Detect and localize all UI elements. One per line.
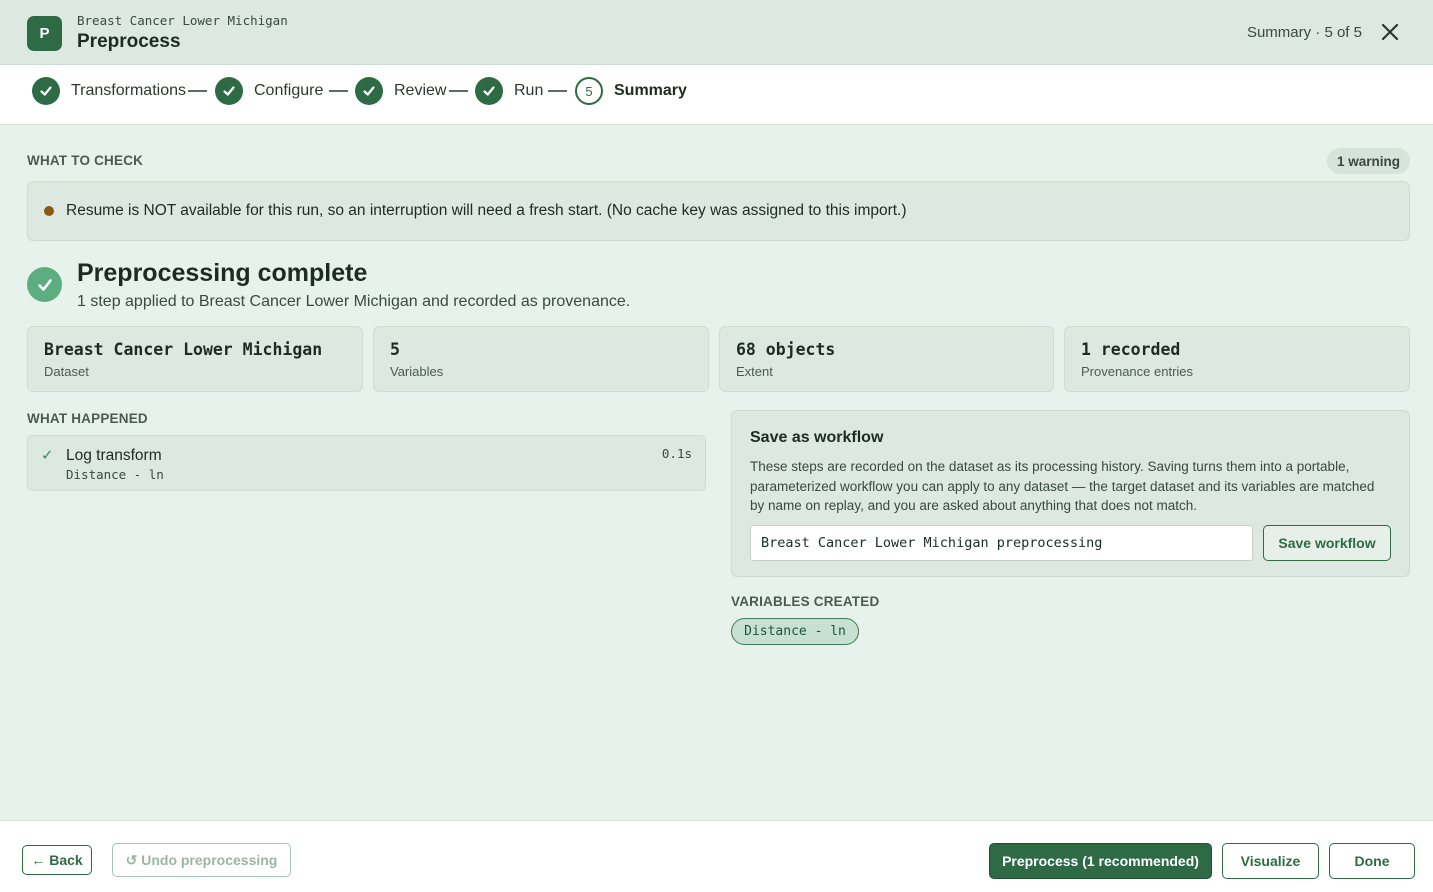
step-indicator: Summary · 5 of 5 xyxy=(1246,24,1362,41)
visualize-button[interactable]: Visualize xyxy=(1222,843,1319,879)
workflow-name-input[interactable] xyxy=(750,525,1253,561)
step-label: Run xyxy=(514,82,544,99)
check-icon xyxy=(475,77,503,105)
stat-value: 1 recorded xyxy=(1081,340,1181,359)
stat-card-provenance: 1 recorded Provenance entries xyxy=(1064,326,1410,392)
save-workflow-panel: Save as workflow These steps are recorde… xyxy=(731,410,1410,577)
stat-label: Variables xyxy=(390,364,444,379)
stat-card-dataset: Breast Cancer Lower Michigan Dataset xyxy=(27,326,363,392)
stat-value: Breast Cancer Lower Michigan xyxy=(44,340,323,359)
warning-dot-icon xyxy=(44,206,54,216)
check-icon xyxy=(215,77,243,105)
footer: ← Back ↺ Undo preprocessing Preprocess (… xyxy=(0,820,1433,892)
variables-created-label: VARIABLES CREATED xyxy=(731,594,880,609)
stat-value: 5 xyxy=(390,340,400,359)
warning-box: Resume is NOT available for this run, so… xyxy=(27,181,1410,241)
check-icon xyxy=(32,77,60,105)
list-item: ✓ Log transform Distance - ln 0.1s xyxy=(27,435,706,491)
stat-value: 68 objects xyxy=(736,340,836,359)
step-label: Configure xyxy=(254,82,324,99)
step-review[interactable]: Review xyxy=(355,77,446,105)
workflow-description: These steps are recorded on the dataset … xyxy=(750,459,1375,513)
stat-card-variables: 5 Variables xyxy=(373,326,709,392)
warning-text: Resume is NOT available for this run, so… xyxy=(66,202,907,219)
step-label: Transformations xyxy=(71,82,186,99)
what-to-check-label: WHAT TO CHECK xyxy=(27,153,144,168)
close-icon xyxy=(1381,23,1399,41)
step-label: Summary xyxy=(614,82,687,99)
step-name: Log transform xyxy=(66,447,162,464)
step-label: Review xyxy=(394,82,447,99)
step-connector xyxy=(188,90,207,92)
close-button[interactable] xyxy=(1377,19,1403,45)
page-title: Preprocess xyxy=(77,31,181,52)
save-workflow-button[interactable]: Save workflow xyxy=(1263,525,1391,561)
step-transformations[interactable]: Transformations xyxy=(32,77,186,105)
stat-card-extent: 68 objects Extent xyxy=(719,326,1054,392)
step-duration: 0.1s xyxy=(661,446,692,461)
step-summary[interactable]: 5 Summary xyxy=(575,77,687,105)
undo-preprocessing-button[interactable]: ↺ Undo preprocessing xyxy=(112,843,291,877)
warning-count-badge: 1 warning xyxy=(1327,148,1410,174)
stat-label: Extent xyxy=(736,364,773,379)
done-button[interactable]: Done xyxy=(1329,843,1415,879)
step-connector xyxy=(548,90,567,92)
step-variable: Distance - ln xyxy=(66,467,164,482)
back-button[interactable]: ← Back xyxy=(22,845,92,875)
step-connector xyxy=(449,90,468,92)
preprocess-button[interactable]: Preprocess (1 recommended) xyxy=(989,843,1212,879)
variable-chip: Distance - ln xyxy=(731,618,859,645)
app-logo: P xyxy=(27,16,62,51)
complete-subtitle: 1 step applied to Breast Cancer Lower Mi… xyxy=(77,293,631,310)
step-run[interactable]: Run xyxy=(475,77,543,105)
what-happened-label: WHAT HAPPENED xyxy=(27,411,148,426)
check-icon xyxy=(355,77,383,105)
stepper: Transformations Configure Review Run 5 S… xyxy=(0,65,1433,125)
header: P Breast Cancer Lower Michigan Preproces… xyxy=(0,0,1433,65)
complete-title: Preprocessing complete xyxy=(77,259,368,287)
stat-label: Dataset xyxy=(44,364,89,379)
stat-label: Provenance entries xyxy=(1081,364,1194,379)
step-number: 5 xyxy=(575,77,603,105)
step-configure[interactable]: Configure xyxy=(215,77,323,105)
success-check-icon xyxy=(27,267,62,302)
header-dataset-name: Breast Cancer Lower Michigan xyxy=(77,13,288,28)
check-icon: ✓ xyxy=(41,447,54,464)
workflow-title: Save as workflow xyxy=(750,429,884,446)
step-connector xyxy=(329,90,348,92)
